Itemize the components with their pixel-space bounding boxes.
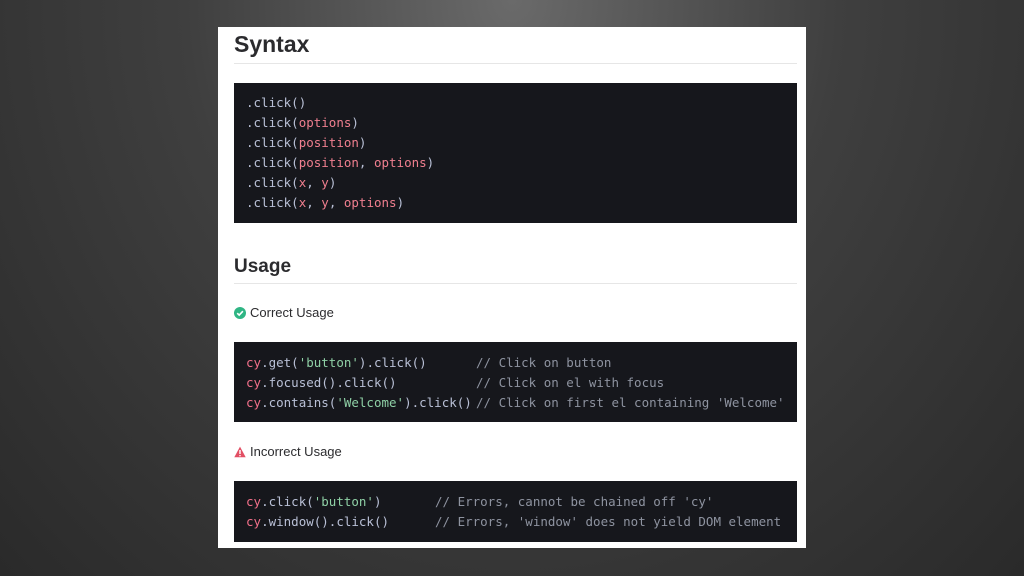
method-token: .window().click() <box>261 514 389 529</box>
method-token: .click( <box>246 115 299 130</box>
syntax-line: .click(x, y, options) <box>246 195 404 211</box>
syntax-line: .click(options) <box>246 115 359 131</box>
method-token: .click( <box>246 175 299 190</box>
syntax-divider <box>234 63 797 64</box>
syntax-line: .click() <box>246 95 306 111</box>
method-token: .get( <box>261 355 299 370</box>
method-token: .click( <box>246 155 299 170</box>
param-token: options <box>373 155 427 170</box>
incorrect-usage-label-row: Incorrect Usage <box>234 444 342 459</box>
paren-token: ) <box>358 135 367 150</box>
method-token: ).click() <box>404 395 472 410</box>
paren-token: ) <box>426 155 435 170</box>
code-comment: // Click on el with focus <box>476 375 665 390</box>
cy-token: cy <box>246 514 262 529</box>
string-token: 'button' <box>313 494 374 509</box>
warning-triangle-icon <box>234 446 246 457</box>
correct-usage-label: Correct Usage <box>250 305 334 320</box>
method-token: .contains( <box>261 395 337 410</box>
string-token: 'Welcome' <box>336 395 405 410</box>
method-token: .click( <box>246 135 299 150</box>
paren-token: ) <box>328 175 337 190</box>
code-line: cy.focused().click() <box>246 375 397 391</box>
cy-token: cy <box>246 395 262 410</box>
correct-usage-code-block: cy.get('button').click()// Click on butt… <box>234 342 797 422</box>
code-line: cy.contains('Welcome').click() <box>246 395 472 411</box>
incorrect-usage-label: Incorrect Usage <box>250 444 342 459</box>
method-token: ).click() <box>358 355 427 370</box>
cy-token: cy <box>246 375 262 390</box>
param-token: options <box>343 195 397 210</box>
param-token: position <box>298 155 359 170</box>
paren-token: ) <box>396 195 405 210</box>
separator-token: , <box>306 195 322 210</box>
param-token: options <box>298 115 352 130</box>
param-token: y <box>321 175 329 190</box>
code-line: cy.click('button') <box>246 494 382 510</box>
code-comment: // Errors, 'window' does not yield DOM e… <box>435 514 782 529</box>
syntax-line: .click(x, y) <box>246 175 336 191</box>
documentation-page: Syntax .click() .click(options) .click(pos… <box>218 27 806 548</box>
method-token: ) <box>373 494 382 509</box>
syntax-line: .click(position) <box>246 135 366 151</box>
separator-token: , <box>328 195 344 210</box>
correct-usage-label-row: Correct Usage <box>234 305 334 320</box>
syntax-code-block: .click() .click(options) .click(position).… <box>234 83 797 223</box>
paren-token: ) <box>298 95 307 110</box>
check-circle-icon <box>234 306 246 319</box>
method-token: .click( <box>246 95 299 110</box>
string-token: 'button' <box>298 355 359 370</box>
cy-token: cy <box>246 355 262 370</box>
method-token: .click( <box>246 195 299 210</box>
method-token: .click( <box>261 494 314 509</box>
code-line: cy.window().click() <box>246 514 389 530</box>
code-comment: // Errors, cannot be chained off 'cy' <box>435 494 714 509</box>
param-token: y <box>321 195 329 210</box>
separator-token: , <box>306 175 322 190</box>
syntax-line: .click(position, options) <box>246 155 434 171</box>
usage-divider <box>234 283 797 284</box>
method-token: .focused().click() <box>261 375 397 390</box>
usage-heading: Usage <box>234 256 292 277</box>
code-comment: // Click on button <box>476 355 612 370</box>
syntax-heading: Syntax <box>234 31 310 57</box>
param-token: position <box>298 135 359 150</box>
cy-token: cy <box>246 494 262 509</box>
incorrect-usage-code-block: cy.click('button')// Errors, cannot be c… <box>234 481 797 542</box>
code-line: cy.get('button').click() <box>246 355 427 371</box>
separator-token: , <box>358 155 374 170</box>
paren-token: ) <box>351 115 359 130</box>
code-comment: // Click on first el containing 'Welcome… <box>476 395 785 410</box>
